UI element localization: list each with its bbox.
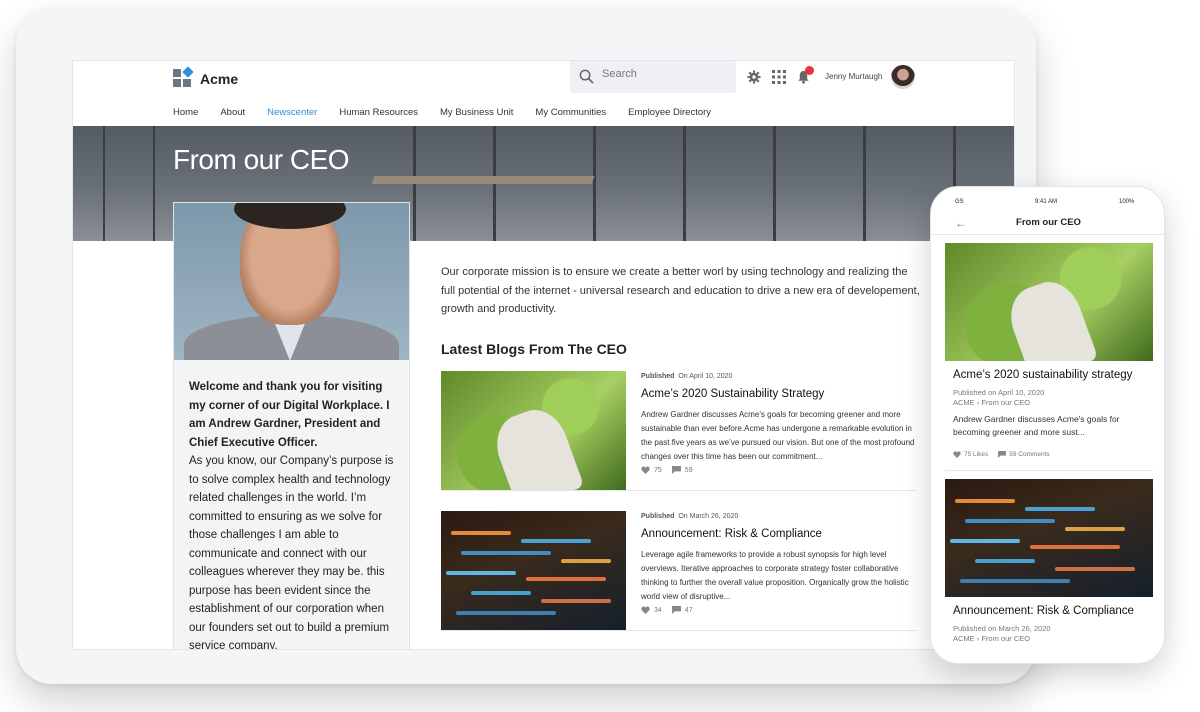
post-title[interactable]: Announcement: Risk & Compliance [641, 528, 822, 540]
acme-logo-icon[interactable] [173, 66, 194, 89]
mobile-phone-frame: GS 9:41 AM 100% From our CEO ← Acme’s 20… [930, 186, 1165, 664]
comment-icon [671, 606, 681, 614]
blog-post[interactable]: Published On April 10, 2020 Acme’s 2020 … [441, 371, 917, 491]
comment-button[interactable]: 59 [671, 466, 693, 474]
like-button[interactable]: 34 [641, 606, 662, 614]
code-photo-thumbnail[interactable] [441, 511, 626, 630]
like-button[interactable]: 75 [641, 466, 662, 474]
search-icon [579, 69, 594, 84]
nav-home[interactable]: Home [173, 107, 198, 121]
notification-dot [805, 66, 814, 75]
gear-icon[interactable] [747, 70, 761, 84]
clock: 9:41 AM [1035, 199, 1058, 205]
battery-level: 100% [1119, 199, 1135, 205]
phone-card-breadcrumb: ACME › From our CEO [953, 634, 1031, 643]
search-input[interactable] [602, 68, 722, 80]
leaf-photo[interactable] [945, 243, 1153, 361]
nav-human-resources[interactable]: Human Resources [339, 107, 418, 121]
heart-icon [953, 451, 961, 458]
phone-status-bar: GS 9:41 AM 100% [931, 199, 1164, 209]
post-stats: 75 59 [641, 466, 693, 474]
like-button[interactable]: 75 Likes [953, 451, 988, 458]
back-arrow-icon[interactable]: ← [955, 216, 967, 230]
nav-my-business-unit[interactable]: My Business Unit [440, 107, 513, 121]
leaf-photo-thumbnail[interactable] [441, 371, 626, 490]
post-stats: 34 47 [641, 606, 693, 614]
blogs-heading: Latest Blogs From The CEO [441, 341, 627, 357]
post-excerpt: Leverage agile frameworks to provide a r… [641, 550, 909, 601]
page-title: From our CEO [173, 144, 350, 175]
heart-icon [641, 606, 650, 614]
post-meta: Published On April 10, 2020 [641, 373, 733, 380]
ceo-portrait [174, 203, 409, 360]
heart-icon [641, 466, 650, 474]
carrier-label: GS [955, 199, 964, 205]
phone-card-stats: 75 Likes 59 Comments [953, 451, 1050, 458]
user-avatar[interactable] [891, 65, 915, 89]
code-photo[interactable] [945, 479, 1153, 597]
apps-grid-icon[interactable] [772, 70, 786, 84]
search-box[interactable] [570, 61, 736, 93]
ceo-bio: Welcome and thank you for visiting my co… [189, 378, 399, 650]
comment-button[interactable]: 47 [671, 606, 693, 614]
hero-table-decor [371, 176, 595, 184]
phone-card-title[interactable]: Announcement: Risk & Compliance [953, 605, 1134, 617]
post-meta: Published On March 26, 2020 [641, 513, 739, 520]
nav-about[interactable]: About [220, 107, 245, 121]
comment-icon [671, 466, 681, 474]
phone-blog-card[interactable]: Acme’s 2020 sustainability strategy Publ… [945, 243, 1153, 471]
top-bar: Acme Jenny Murtaugh Home About Newscente… [73, 61, 1014, 126]
nav-my-communities[interactable]: My Communities [535, 107, 606, 121]
notifications-bell-icon[interactable] [797, 66, 814, 84]
phone-card-breadcrumb: ACME › From our CEO [953, 398, 1031, 407]
comment-button[interactable]: 59 Comments [998, 451, 1050, 458]
ceo-profile-card: Welcome and thank you for visiting my co… [173, 202, 410, 650]
tablet-frame: Acme Jenny Murtaugh Home About Newscente… [16, 8, 1036, 684]
brand-name[interactable]: Acme [200, 69, 238, 89]
phone-header: From our CEO ← [931, 211, 1164, 235]
ceo-bio-intro: Welcome and thank you for visiting my co… [189, 381, 390, 449]
phone-card-title[interactable]: Acme’s 2020 sustainability strategy [953, 369, 1132, 381]
desktop-screen: Acme Jenny Murtaugh Home About Newscente… [72, 60, 1015, 650]
ceo-bio-body: As you know, our Company’s purpose is to… [189, 455, 394, 650]
phone-card-description: Andrew Gardner discusses Acme's goals fo… [953, 414, 1120, 437]
phone-card-published: Published on April 10, 2020 [953, 388, 1045, 397]
nav-employee-directory[interactable]: Employee Directory [628, 107, 711, 121]
user-name[interactable]: Jenny Murtaugh [825, 72, 882, 81]
post-excerpt: Andrew Gardner discusses Acme’s goals fo… [641, 410, 915, 461]
nav-newscenter[interactable]: Newscenter [267, 107, 317, 121]
comment-icon [998, 451, 1007, 458]
corporate-mission: Our corporate mission is to ensure we cr… [441, 266, 920, 315]
phone-blog-card[interactable]: Announcement: Risk & Compliance Publishe… [945, 479, 1153, 649]
blog-post[interactable]: Published On March 26, 2020 Announcement… [441, 511, 917, 631]
post-title[interactable]: Acme’s 2020 Sustainability Strategy [641, 388, 824, 400]
main-nav: Home About Newscenter Human Resources My… [173, 107, 733, 121]
phone-card-published: Published on March 26, 2020 [953, 624, 1051, 633]
